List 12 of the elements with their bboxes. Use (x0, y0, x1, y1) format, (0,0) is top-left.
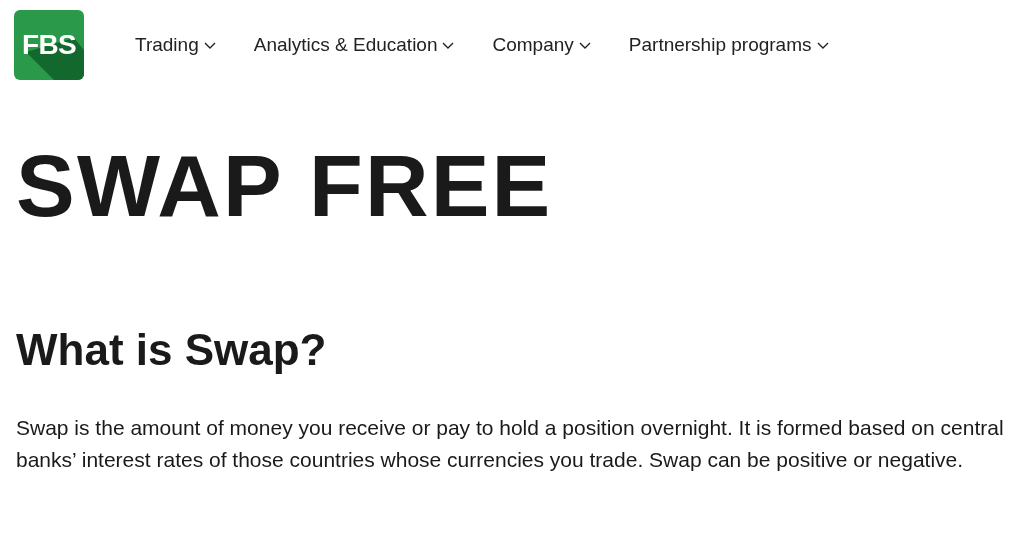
paragraph: Swap is the amount of money you receive or pay to hold a position overnight. It is formed based on central banks’ interest rates of those countries whose currencies you trade. Swap can be positive or negative. (16, 415, 1005, 473)
nav-link[interactable]: Partnership programs (628, 30, 829, 60)
chevron-down-icon (442, 41, 455, 49)
chevron-down-icon (578, 41, 591, 49)
section-heading: What is Swap? (16, 328, 328, 372)
chevron-down-icon (203, 41, 216, 49)
nav-link[interactable]: Trading (135, 30, 216, 60)
nav-link[interactable]: Analytics & Education (253, 30, 455, 60)
nav-link[interactable]: Company (492, 30, 591, 60)
page-title: SWAP FREE (16, 142, 554, 230)
logo[interactable]: FBS (14, 10, 84, 80)
chevron-down-icon (816, 41, 829, 49)
